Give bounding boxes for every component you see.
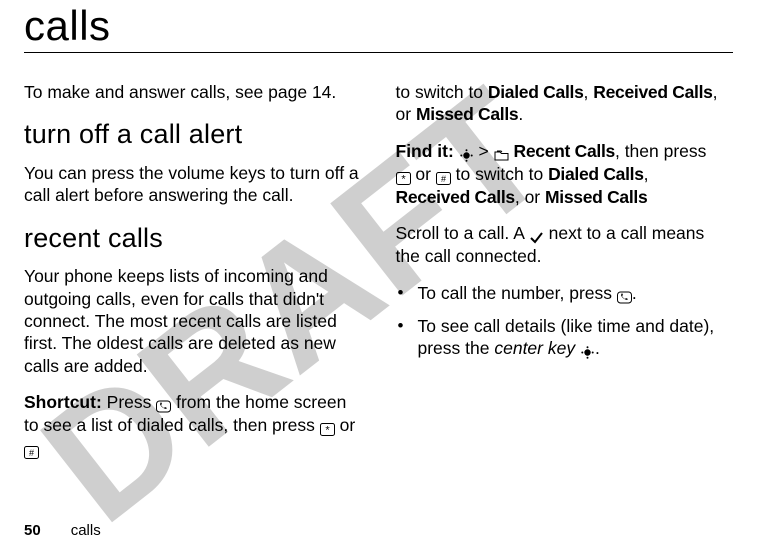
switch-paragraph: to switch to Dialed Calls, Received Call…	[396, 81, 734, 126]
shortcut-or: or	[335, 415, 355, 435]
bullet-list: To call the number, press . To see call …	[396, 282, 734, 360]
hash-key-icon: #	[24, 445, 39, 460]
checkmark-icon	[529, 230, 544, 245]
page-footer: 50 calls	[24, 522, 101, 539]
missed-calls-label-2: Missed Calls	[545, 187, 647, 207]
bullet1-a: To call the number, press	[418, 283, 617, 303]
shortcut-paragraph: Shortcut: Press from the home screen to …	[24, 391, 362, 460]
page-title: calls	[24, 2, 733, 53]
call-key-icon	[156, 399, 171, 414]
findit-label: Find it:	[396, 141, 454, 161]
center-dot-icon	[459, 148, 474, 163]
svg-text:*: *	[401, 173, 406, 185]
list-item: To call the number, press .	[418, 282, 734, 305]
findit-or: or	[411, 164, 436, 184]
switch-a: to switch to	[396, 82, 488, 102]
folder-icon	[494, 148, 509, 163]
findit-gt: >	[474, 141, 494, 161]
comma1: ,	[584, 82, 594, 102]
heading-turn-off-call-alert: turn off a call alert	[24, 117, 362, 152]
content-columns: To make and answer calls, see page 14. t…	[24, 81, 733, 474]
received-calls-label: Received Calls	[593, 82, 712, 102]
shortcut-label: Shortcut:	[24, 392, 102, 412]
findit-paragraph: Find it: > Recent Calls, then press * or…	[396, 140, 734, 208]
star-key-icon: *	[320, 422, 335, 437]
bullet1-b: .	[632, 283, 637, 303]
page-number: 50	[24, 522, 41, 539]
dialed-calls-label-2: Dialed Calls	[548, 164, 644, 184]
received-calls-label-2: Received Calls	[396, 187, 515, 207]
findit-or2: , or	[515, 187, 545, 207]
svg-text:*: *	[325, 425, 330, 437]
bullet2-b: .	[595, 338, 600, 358]
missed-calls-label: Missed Calls	[416, 104, 518, 124]
left-column: To make and answer calls, see page 14. t…	[24, 81, 362, 474]
svg-text:#: #	[29, 448, 34, 458]
findit-to: to switch to	[451, 164, 548, 184]
findit-comma: ,	[644, 164, 649, 184]
findit-then: , then press	[615, 141, 706, 161]
footer-section: calls	[71, 522, 101, 539]
hash-key-icon: #	[436, 171, 451, 186]
star-key-icon: *	[396, 171, 411, 186]
list-item: To see call details (like time and date)…	[418, 315, 734, 360]
scroll-paragraph: Scroll to a call. A next to a call means…	[396, 222, 734, 267]
center-key-text: center key	[494, 338, 575, 358]
heading-recent-calls: recent calls	[24, 221, 362, 256]
right-column: to switch to Dialed Calls, Received Call…	[396, 81, 734, 474]
scroll-a: Scroll to a call. A	[396, 223, 529, 243]
svg-text:#: #	[441, 174, 446, 184]
call-key-icon	[617, 290, 632, 305]
dialed-calls-label: Dialed Calls	[488, 82, 584, 102]
recent-calls-menu: Recent Calls	[514, 141, 615, 161]
center-dot-icon	[580, 345, 595, 360]
shortcut-text-a: Press	[102, 392, 156, 412]
intro-text: To make and answer calls, see page 14.	[24, 81, 362, 103]
period1: .	[518, 104, 523, 124]
recent-calls-body: Your phone keeps lists of incoming and o…	[24, 265, 362, 377]
turn-off-body: You can press the volume keys to turn of…	[24, 162, 362, 207]
